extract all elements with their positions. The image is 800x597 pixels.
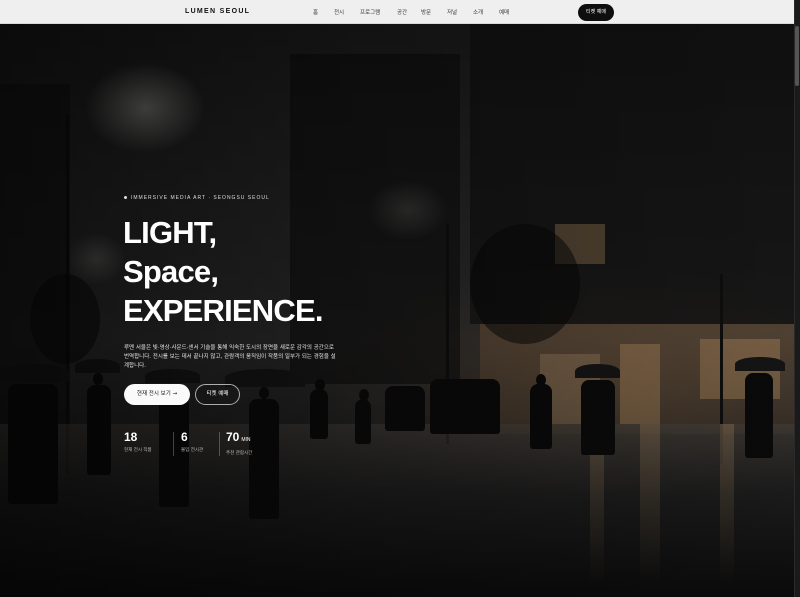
headline-line-3: EXPERIENCE. (123, 293, 323, 328)
stat-value: 6 (181, 430, 188, 444)
nav-item-exhibitions[interactable]: 전시 (334, 8, 344, 16)
stat-divider (219, 432, 220, 456)
hero-eyebrow-text: IMMERSIVE MEDIA ART · SEONGSU SEOUL (131, 195, 270, 201)
headline-line-1: LIGHT, (123, 215, 217, 250)
nav-item-programs[interactable]: 프로그램 (360, 8, 380, 16)
nav-item-home[interactable]: 홈 (313, 8, 318, 16)
nav-item-about[interactable]: 소개 (473, 8, 483, 16)
nav-item-booking[interactable]: 예매 (499, 8, 509, 16)
hero-eyebrow: IMMERSIVE MEDIA ART · SEONGSU SEOUL (124, 195, 270, 201)
vertical-scrollbar[interactable] (794, 0, 800, 597)
hero-dark-overlay (0, 24, 794, 597)
stat-unit: MIN (241, 437, 251, 443)
stat-value: 18 (124, 430, 138, 444)
stat-recommended-time: 70 MIN 추천 관람시간 (226, 430, 252, 458)
ticket-booking-button[interactable]: 티켓 예매 (195, 384, 240, 405)
stat-label: 현재 전시 작품 (124, 448, 152, 453)
top-navigation: LUMEN SEOUL 홈 전시 프로그램 공간 방문 저널 소개 예매 티켓 … (0, 0, 800, 24)
hero-description: 루멘 서울은 빛·영상·사운드·센서 기술을 통해 익숙한 도시의 장면을 새로… (124, 345, 336, 369)
scrollbar-thumb[interactable] (795, 26, 799, 86)
main-menu: 홈 전시 프로그램 공간 방문 저널 소개 예매 (0, 8, 800, 18)
nav-item-visit[interactable]: 방문 (421, 8, 431, 16)
stat-exhibit-count: 18 현재 전시 작품 (124, 430, 152, 458)
stat-label: 몰입 전시관 (181, 448, 204, 453)
headline-line-2: Space, (123, 254, 219, 289)
hero-headline: LIGHT, Space, EXPERIENCE. (123, 213, 323, 330)
stat-divider (173, 432, 174, 456)
view-exhibition-button[interactable]: 현재 전시 보기 → (124, 384, 190, 405)
nav-item-journal[interactable]: 저널 (447, 8, 457, 16)
stat-hall-count: 6 몰입 전시관 (181, 430, 203, 458)
nav-item-space[interactable]: 공간 (397, 8, 407, 16)
bullet-dot (124, 196, 127, 200)
hero-background-image (0, 24, 794, 597)
stat-value: 70 (226, 430, 240, 444)
stat-label: 추천 관람시간 (226, 451, 253, 456)
ticket-reserve-button[interactable]: 티켓 예매 (578, 4, 614, 21)
